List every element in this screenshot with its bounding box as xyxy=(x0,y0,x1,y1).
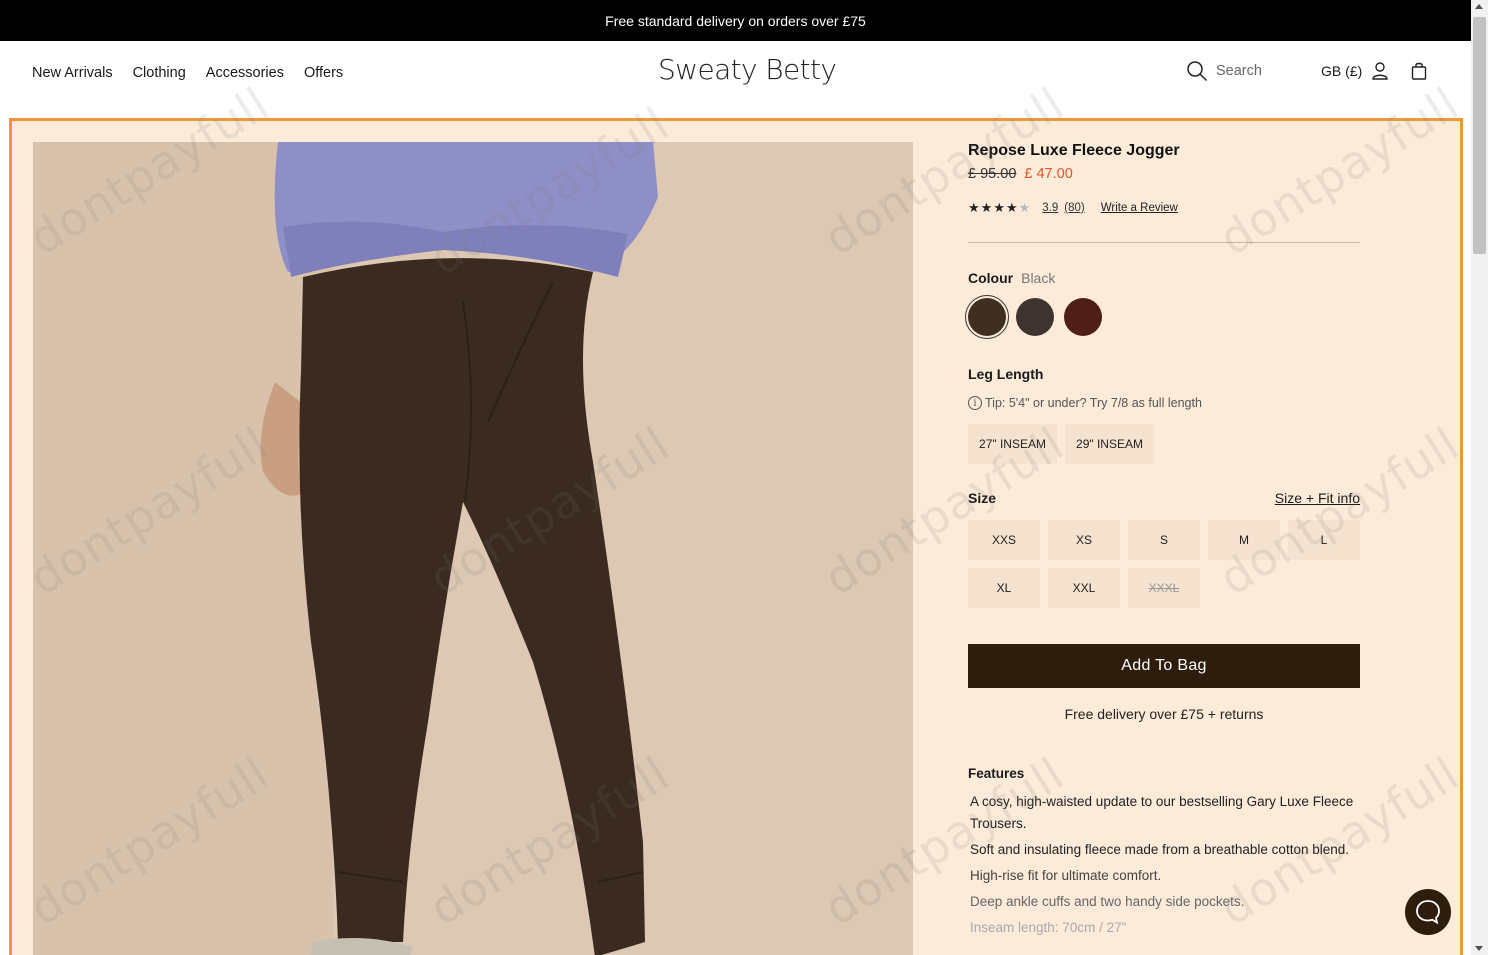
size-xxl-button[interactable]: XXL xyxy=(1048,568,1120,608)
size-fit-link[interactable]: Size + Fit info xyxy=(1275,490,1360,506)
size-label: Size xyxy=(968,490,997,506)
star-empty-icon: ★ xyxy=(1018,200,1031,215)
inseam-options: 27" INSEAM 29" INSEAM xyxy=(968,424,1360,464)
size-l-button[interactable]: L xyxy=(1288,520,1360,560)
promo-text: Free standard delivery on orders over £7… xyxy=(605,12,866,29)
leg-length-label: Leg Length xyxy=(968,366,1044,382)
star-icon: ★ xyxy=(980,200,993,215)
size-s-button[interactable]: S xyxy=(1128,520,1200,560)
site-header: New Arrivals Clothing Accessories Offers… xyxy=(0,41,1471,118)
leg-length-tip: i Tip: 5'4" or under? Try 7/8 as full le… xyxy=(968,396,1360,410)
search-icon xyxy=(1187,61,1208,82)
features-title: Features xyxy=(968,766,1025,781)
info-icon: i xyxy=(968,396,982,410)
size-xxxl-button: XXXL xyxy=(1128,568,1200,608)
colour-label: Colour xyxy=(968,270,1014,286)
scroll-down-icon[interactable] xyxy=(1475,946,1483,951)
inseam-27-button[interactable]: 27" INSEAM xyxy=(968,424,1057,464)
divider xyxy=(968,242,1360,243)
star-rating: ★ ★ ★ ★ ★ xyxy=(968,200,1030,216)
product-image[interactable] xyxy=(33,142,913,955)
search-box[interactable]: Search xyxy=(1186,60,1262,82)
feature-item: Soft and insulating fleece made from a b… xyxy=(970,842,1349,857)
product-info: Repose Luxe Fleece Jogger £ 95.00 £ 47.0… xyxy=(965,142,1360,943)
colour-swatch-1[interactable] xyxy=(965,295,1009,339)
star-icon: ★ xyxy=(968,200,980,215)
size-m-button[interactable]: M xyxy=(1208,520,1280,560)
nav-new-arrivals[interactable]: New Arrivals xyxy=(32,65,113,81)
sale-price: £ 47.00 xyxy=(1024,166,1073,182)
rating-value-link[interactable]: 3.9 xyxy=(1042,202,1058,214)
colour-swatches xyxy=(965,295,1360,339)
price-row: £ 95.00 £ 47.00 xyxy=(968,166,1360,182)
star-icon: ★ xyxy=(1005,200,1018,215)
feature-item: High-rise fit for ultimate comfort. xyxy=(970,868,1162,883)
review-count-link[interactable]: (80) xyxy=(1064,202,1084,214)
size-xs-button[interactable]: XS xyxy=(1048,520,1120,560)
feature-item: A cosy, high-waisted update to our bests… xyxy=(970,794,1354,831)
nav-clothing[interactable]: Clothing xyxy=(133,65,186,81)
size-header: Size Size + Fit info xyxy=(968,490,1360,506)
delivery-note: Free delivery over £75 + returns xyxy=(1064,706,1264,722)
chat-button[interactable] xyxy=(1405,889,1451,935)
nav-offers[interactable]: Offers xyxy=(304,65,343,81)
add-to-bag-button[interactable]: Add To Bag xyxy=(968,644,1360,688)
colour-row: Colour Black xyxy=(968,270,1360,286)
size-xl-button[interactable]: XL xyxy=(968,568,1040,608)
write-review-link[interactable]: Write a Review xyxy=(1101,202,1178,214)
bag-icon[interactable] xyxy=(1410,61,1428,81)
account-icon[interactable] xyxy=(1371,61,1389,81)
colour-value: Black xyxy=(1021,270,1056,286)
inseam-29-button[interactable]: 29" INSEAM xyxy=(1065,424,1154,464)
product-title: Repose Luxe Fleece Jogger xyxy=(968,142,1180,159)
brand-logo[interactable]: Sweaty Betty xyxy=(658,53,837,86)
size-options: XXS XS S M L XL XXL XXXL xyxy=(968,520,1360,608)
region-selector[interactable]: GB (£) xyxy=(1321,63,1362,79)
product-panel: Repose Luxe Fleece Jogger £ 95.00 £ 47.0… xyxy=(9,118,1463,955)
star-icon: ★ xyxy=(993,200,1005,215)
size-xxs-button[interactable]: XXS xyxy=(968,520,1040,560)
colour-swatch-2[interactable] xyxy=(1016,298,1054,336)
colour-swatch-3[interactable] xyxy=(1064,298,1102,336)
promo-bar: Free standard delivery on orders over £7… xyxy=(0,0,1471,41)
rating-row: ★ ★ ★ ★ ★ 3.9 (80) Write a Review xyxy=(968,200,1360,216)
chat-bubble-icon xyxy=(1416,900,1440,925)
main-nav: New Arrivals Clothing Accessories Offers xyxy=(32,65,343,81)
feature-item: Inseam length: 70cm / 27" xyxy=(970,920,1127,935)
scroll-up-icon[interactable] xyxy=(1475,4,1483,9)
product-photo-illustration xyxy=(33,142,913,955)
nav-accessories[interactable]: Accessories xyxy=(206,65,284,81)
feature-item: Deep ankle cuffs and two handy side pock… xyxy=(970,894,1245,909)
search-placeholder: Search xyxy=(1216,63,1262,79)
scroll-thumb[interactable] xyxy=(1473,17,1486,254)
original-price: £ 95.00 xyxy=(968,166,1017,182)
scrollbar[interactable] xyxy=(1471,0,1488,955)
tip-text: Tip: 5'4" or under? Try 7/8 as full leng… xyxy=(985,396,1202,410)
features-list: A cosy, high-waisted update to our bests… xyxy=(968,791,1360,939)
